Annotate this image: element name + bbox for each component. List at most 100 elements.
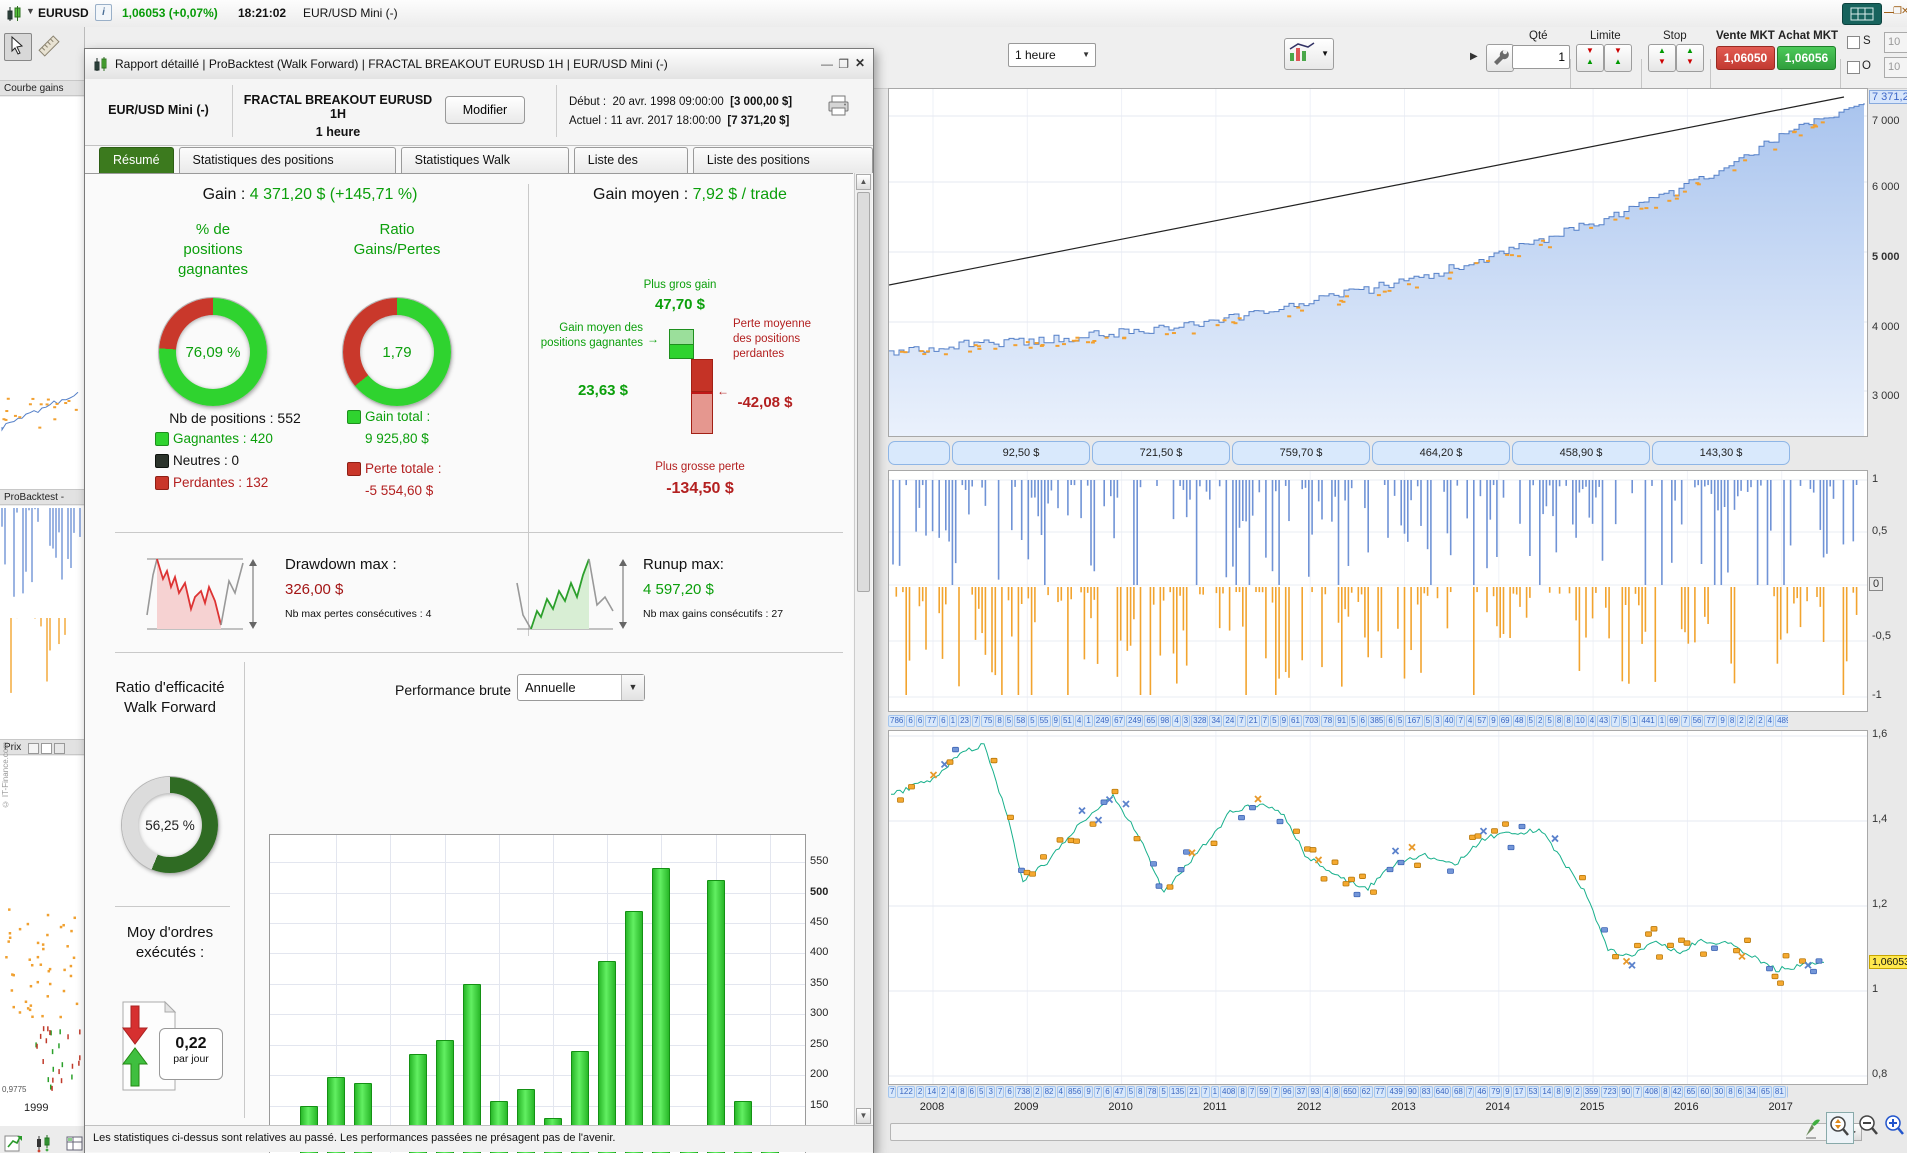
trade-tag: 59 — [1257, 1086, 1271, 1098]
trade-tag: 9 — [1503, 1086, 1512, 1098]
panel-page-icon[interactable] — [41, 743, 52, 754]
panel-expander-arrow[interactable]: ▶ — [1470, 51, 1478, 62]
walk-forward-segments-row: 92,50 $721,50 $759,70 $464,20 $458,90 $1… — [888, 441, 1790, 467]
report-table-icon[interactable] — [65, 1134, 85, 1153]
orders-per-day-box: 0,22 par jour — [159, 1028, 223, 1080]
gridline-h — [270, 1014, 805, 1016]
scrollbar-thumb[interactable] — [857, 192, 870, 592]
trade-tag: 5 — [1526, 715, 1535, 727]
trade-tag: 3 — [986, 1086, 995, 1098]
gridline-v — [553, 835, 554, 1153]
panel-gear-icon[interactable] — [54, 743, 65, 754]
zoom-out-icon[interactable] — [1856, 1112, 1880, 1140]
trade-tag: 6 — [967, 1086, 976, 1098]
cursor-tool-button[interactable] — [4, 33, 32, 61]
zoom-range-button[interactable] — [1826, 1112, 1854, 1144]
probacktest-panel-title[interactable]: ProBacktest - — [0, 489, 84, 505]
zoom-in-icon[interactable] — [1882, 1112, 1906, 1140]
trade-tag: 5 — [1545, 715, 1554, 727]
export-chart-icon[interactable] — [4, 1134, 24, 1153]
trade-tag: 135 — [1168, 1086, 1187, 1098]
stop-level-input[interactable]: 10 — [1884, 32, 1907, 53]
tab-3[interactable]: Liste des ordres — [573, 147, 688, 192]
win-pct-donut: 76,09 % — [159, 298, 267, 406]
trade-tag: 6 — [1735, 1086, 1745, 1098]
gain-heading: Gain : 4 371,20 $ (+145,71 %) — [202, 186, 418, 203]
info-icon[interactable]: i — [95, 4, 112, 21]
print-icon[interactable] — [827, 95, 851, 117]
panel-wrench-icon[interactable] — [28, 743, 39, 754]
scroll-down-arrow[interactable]: ▼ — [856, 1108, 871, 1124]
limit-sell-order-button[interactable]: ▼ ▲ — [1604, 44, 1632, 72]
header-timeframe: 1 heure — [315, 125, 361, 139]
trade-tag: 83 — [1419, 1086, 1433, 1098]
trade-tag: 4 — [1056, 1086, 1065, 1098]
symbol-dropdown-arrow[interactable]: ▼ — [26, 6, 35, 16]
close-window-icon[interactable]: ✕ — [1901, 6, 1907, 17]
dialog-maximize-icon[interactable]: ❐ — [838, 57, 849, 71]
modify-button[interactable]: Modifier — [445, 96, 525, 124]
tab-1[interactable]: Statistiques des positions clôturées — [178, 147, 396, 192]
gridline-v — [769, 835, 771, 1153]
backtest-report-dialog: Rapport détaillé | ProBacktest (Walk For… — [84, 48, 874, 1153]
dialog-close-icon[interactable]: ✕ — [855, 56, 865, 70]
equity-curve-chart[interactable] — [888, 88, 1868, 437]
trade-tag: 408 — [1220, 1086, 1238, 1098]
oscillator-axis-label: -0,5 — [1872, 630, 1891, 642]
zoom-edit-icon[interactable] — [1800, 1114, 1824, 1142]
dialog-title-bar[interactable]: Rapport détaillé | ProBacktest (Walk For… — [85, 49, 873, 80]
stop-buy-order-button[interactable]: ▲ ▼ — [1648, 44, 1676, 72]
trade-tag: 2 — [1746, 715, 1756, 727]
wf-segment-value: 721,50 $ — [1092, 441, 1230, 465]
oscillator-axis-label: 0,5 — [1872, 525, 1888, 537]
timeframe-select[interactable]: 1 heure ▼ — [1008, 43, 1096, 67]
tab-4[interactable]: Liste des positions clôturées — [692, 147, 873, 192]
tab-0[interactable]: Résumé — [99, 147, 174, 173]
gridline-h — [270, 1075, 805, 1077]
price-chart[interactable] — [888, 730, 1868, 1085]
dialog-scrollbar[interactable]: ▲ ▼ — [854, 173, 872, 1125]
neutral-count: Neutres : 0 — [173, 453, 240, 468]
trade-tag: 2 — [1033, 1086, 1042, 1098]
objective-level-input[interactable]: 10 — [1884, 57, 1907, 78]
oscillator-chart[interactable] — [888, 470, 1868, 712]
objective-checkbox[interactable] — [1847, 61, 1860, 74]
left-panel-column: Courbe gains ProBacktest - Prix © IT-Fin… — [0, 27, 85, 1153]
quantity-input[interactable] — [1512, 45, 1570, 69]
trade-tag: 14 — [925, 1086, 939, 1098]
orders-candles-icon[interactable] — [34, 1134, 54, 1153]
price-panel-title[interactable]: Prix — [0, 739, 84, 755]
perf-y-tick: 350 — [810, 976, 829, 989]
chevron-down-icon: ▼ — [1082, 50, 1090, 59]
tab-2[interactable]: Statistiques Walk Forward — [400, 147, 569, 192]
dialog-minimize-icon[interactable]: — — [821, 57, 833, 71]
trade-tag: 122 — [897, 1086, 915, 1098]
horizontal-scrollbar[interactable] — [890, 1123, 1844, 1141]
ruler-tool-button[interactable] — [36, 33, 62, 59]
trade-tag: 8 — [1727, 715, 1737, 727]
trade-tag: 78 — [1321, 715, 1335, 727]
buy-market-button[interactable]: 1,06056 — [1777, 46, 1836, 70]
gains-curve-panel-title[interactable]: Courbe gains — [0, 80, 84, 96]
stop-checkbox[interactable] — [1847, 36, 1860, 49]
workspace-grid-button[interactable] — [1842, 3, 1882, 25]
dialog-title: Rapport détaillé | ProBacktest (Walk For… — [115, 57, 668, 71]
trade-tag: 5 — [1159, 1086, 1168, 1098]
stop-sell-order-button[interactable]: ▲ ▼ — [1676, 44, 1704, 72]
gridline-h — [270, 953, 805, 955]
order-settings-wrench-button[interactable] — [1486, 44, 1514, 72]
gain-total-label: Gain total : — [365, 409, 431, 424]
perf-y-tick: 250 — [810, 1037, 829, 1050]
loss-total-value: -5 554,60 $ — [365, 483, 434, 498]
chart-style-button[interactable]: ▼ — [1284, 38, 1334, 70]
limit-buy-order-button[interactable]: ▼ ▲ — [1576, 44, 1604, 72]
scroll-up-arrow[interactable]: ▲ — [856, 174, 871, 190]
gridline-h — [270, 1105, 805, 1107]
trade-tag: 37 — [1294, 1086, 1308, 1098]
performance-period-select[interactable]: Annuelle ▼ — [517, 674, 645, 701]
sell-market-button[interactable]: 1,06050 — [1716, 46, 1775, 70]
gain-bar-bottom — [669, 344, 694, 359]
loss-bar-bottom — [691, 392, 713, 434]
equity-axis-label: 3 000 — [1872, 390, 1900, 402]
trade-tag: 62 — [1359, 1086, 1373, 1098]
